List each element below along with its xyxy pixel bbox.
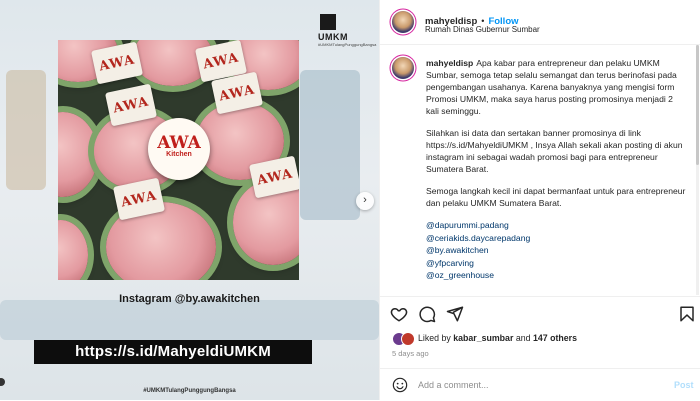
bookmark-icon[interactable] bbox=[678, 305, 696, 323]
instagram-handle-caption: Instagram @by.awakitchen bbox=[119, 293, 260, 305]
scrollbar-thumb[interactable] bbox=[696, 45, 699, 165]
caption-area: mahyeldisp Apa kabar para entrepreneur da… bbox=[380, 45, 698, 295]
mention-link[interactable]: @by.awakitchen bbox=[426, 244, 688, 257]
background-illustration bbox=[0, 300, 379, 340]
post-side-panel: mahyeldisp • Follow Rumah Dinas Gubernur S… bbox=[379, 0, 700, 400]
post-comment-button[interactable]: Post bbox=[674, 380, 694, 390]
link-banner: https://s.id/MahyeldiUMKM bbox=[34, 340, 312, 364]
umkm-logo: UMKM #UMKMTulangPunggungBangsa bbox=[318, 14, 376, 48]
likes-conjunction: and bbox=[515, 333, 531, 343]
likes-others-link[interactable]: 147 others bbox=[533, 333, 577, 343]
scrollbar[interactable] bbox=[696, 45, 699, 295]
mention-link[interactable]: @dapurummi.padang bbox=[426, 219, 688, 232]
location-link[interactable]: Rumah Dinas Gubernur Sumbar bbox=[425, 25, 540, 34]
hashtag-text: #UMKMTulangPunggungBangsa bbox=[143, 388, 236, 394]
caption-paragraph: Silahkan isi data dan sertakan banner pr… bbox=[426, 128, 683, 174]
heart-icon[interactable] bbox=[390, 305, 408, 323]
avatar[interactable] bbox=[392, 11, 414, 33]
liker-username[interactable]: kabar_sumbar bbox=[453, 333, 513, 343]
post-header: mahyeldisp • Follow Rumah Dinas Gubernur S… bbox=[380, 0, 700, 45]
mention-link[interactable]: @yfpcarving bbox=[426, 257, 688, 270]
caption-username[interactable]: mahyeldisp bbox=[426, 58, 473, 68]
avatar[interactable] bbox=[392, 57, 414, 79]
smiley-icon[interactable] bbox=[392, 377, 408, 393]
caption-paragraph: Semoga langkah kecil ini dapat bermanfaa… bbox=[426, 186, 686, 208]
paper-plane-icon[interactable] bbox=[446, 305, 464, 323]
carousel-dot bbox=[0, 378, 5, 386]
mention-list: @dapurummi.padang @ceriakids.daycarepada… bbox=[426, 219, 688, 282]
brand-badge: AWA Kitchen bbox=[148, 118, 210, 180]
caption-text: mahyeldisp Apa kabar para entrepreneur da… bbox=[426, 57, 688, 282]
mention-link[interactable]: @ceriakids.daycarepadang bbox=[426, 232, 688, 245]
comment-icon[interactable] bbox=[418, 305, 436, 323]
comment-input[interactable] bbox=[418, 377, 648, 393]
action-bar bbox=[380, 296, 700, 329]
liker-avatar[interactable] bbox=[401, 332, 415, 346]
mention-link[interactable]: @oz_greenhouse bbox=[426, 269, 688, 282]
background-illustration bbox=[300, 70, 360, 220]
post-image[interactable]: UMKM #UMKMTulangPunggungBangsa AWA AWA A… bbox=[0, 0, 379, 400]
post-timestamp[interactable]: 5 days ago bbox=[392, 349, 429, 358]
likes-prefix: Liked by bbox=[418, 333, 451, 343]
add-comment-row: Post bbox=[380, 368, 700, 401]
chevron-right-icon[interactable]: › bbox=[356, 192, 374, 210]
background-illustration bbox=[6, 70, 46, 190]
